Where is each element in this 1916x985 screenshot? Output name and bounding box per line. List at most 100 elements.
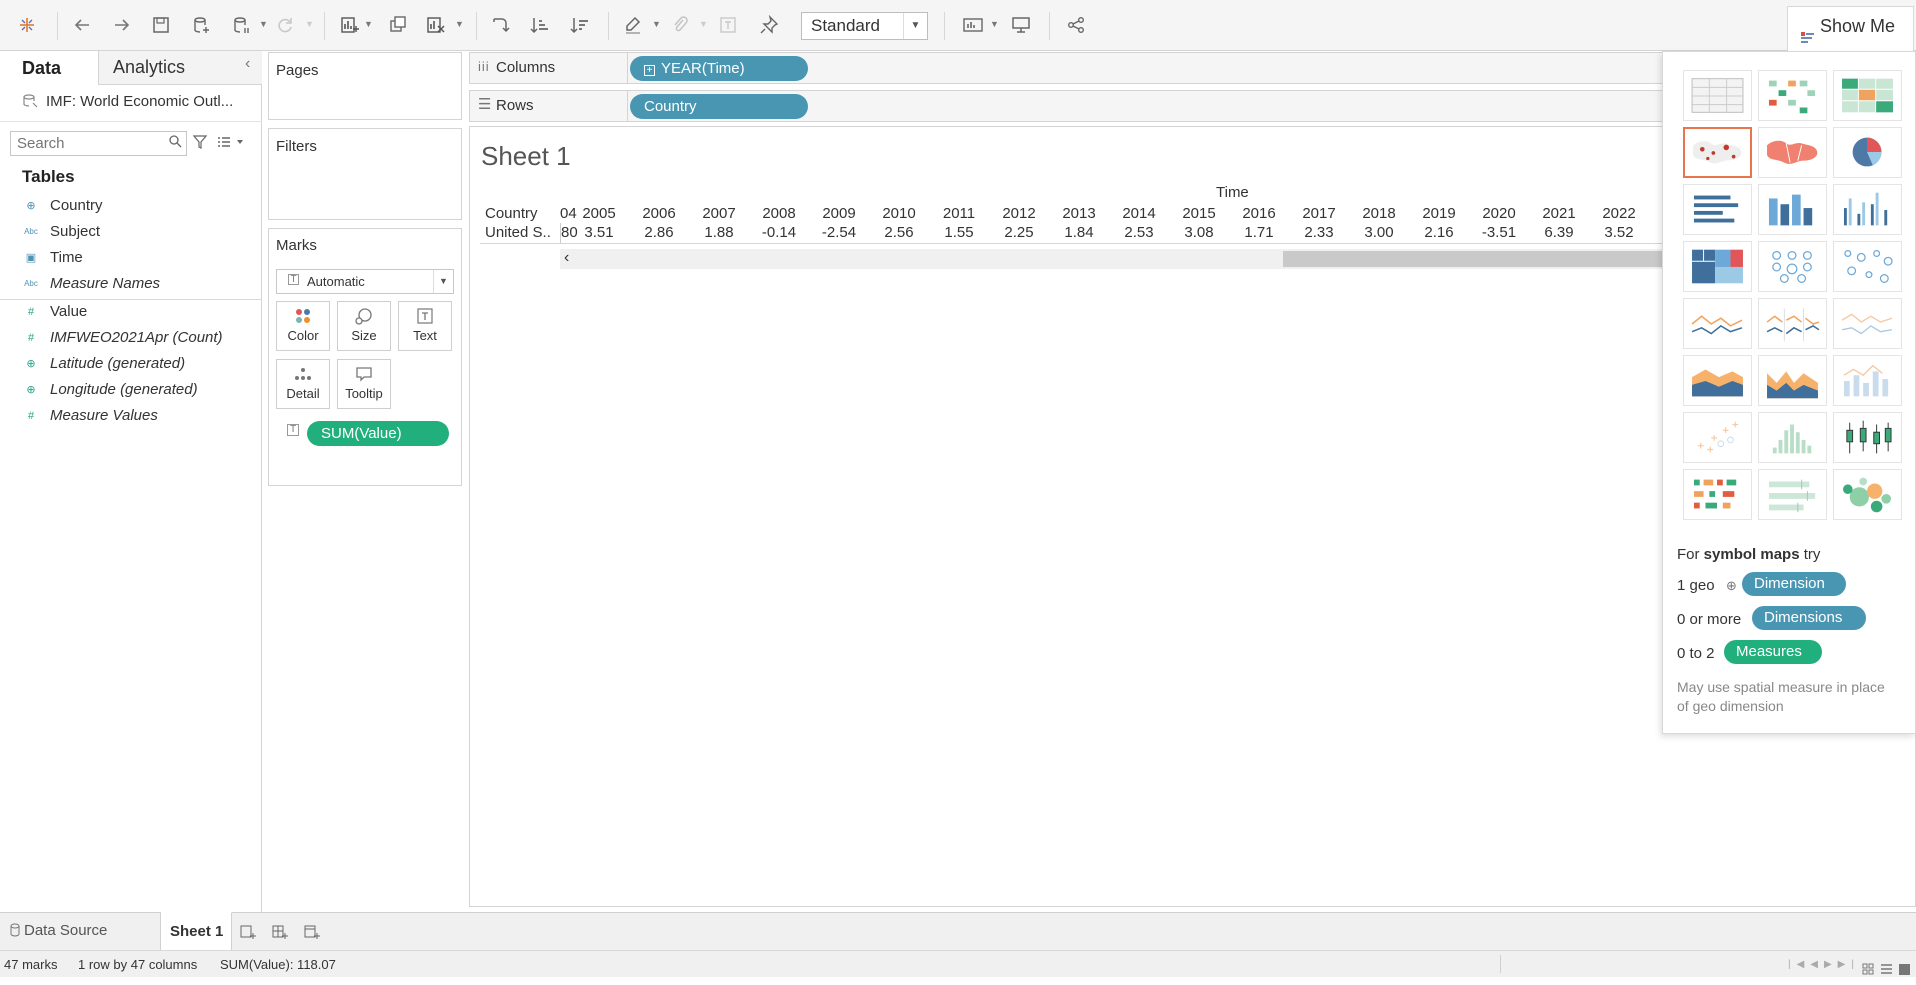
clear-sheet-icon[interactable] — [423, 12, 449, 38]
value-cell[interactable]: 3.51 — [572, 224, 626, 241]
sheet-navigation-icons[interactable]: |◀◀▶▶| — [1788, 951, 1860, 978]
tableau-logo-icon[interactable] — [14, 12, 40, 38]
chart-thumb-side-by-side-circles[interactable] — [1833, 241, 1902, 292]
field-country[interactable]: ⊕ Country — [0, 194, 258, 218]
chart-thumb-pie[interactable] — [1833, 127, 1902, 178]
value-cell[interactable]: 1.84 — [1052, 224, 1106, 241]
year-header[interactable]: 2008 — [752, 205, 806, 222]
detail-button[interactable]: Detail — [276, 359, 330, 409]
tab-analytics[interactable]: Analytics ‹ — [98, 51, 262, 85]
tab-data[interactable]: Data — [22, 51, 61, 85]
labels-icon[interactable] — [715, 12, 741, 38]
year-header[interactable]: 2018 — [1352, 205, 1406, 222]
field-subject[interactable]: Abc Subject — [0, 220, 258, 244]
tab-data-source[interactable]: Data Source — [0, 913, 161, 950]
undo-icon[interactable] — [70, 12, 96, 38]
year-header[interactable]: 2006 — [632, 205, 686, 222]
value-cell[interactable]: 3.08 — [1172, 224, 1226, 241]
sort-ascending-icon[interactable] — [527, 12, 553, 38]
view-options-icon[interactable] — [217, 135, 245, 154]
chart-thumb-text-table[interactable] — [1683, 70, 1752, 121]
field-count[interactable]: # IMFWEO2021Apr (Count) — [0, 326, 258, 350]
group-icon[interactable] — [667, 12, 693, 38]
chart-thumb-symbol-map[interactable] — [1683, 127, 1752, 178]
chart-thumb-dual-lines[interactable] — [1833, 298, 1902, 349]
chart-thumb-filled-map[interactable] — [1758, 127, 1827, 178]
chart-thumb-bullet-graph[interactable] — [1758, 469, 1827, 520]
value-cell[interactable]: 2.33 — [1292, 224, 1346, 241]
new-worksheet-icon[interactable] — [337, 12, 363, 38]
year-header[interactable]: 2016 — [1232, 205, 1286, 222]
value-cell[interactable]: -2.54 — [812, 224, 866, 241]
chart-thumb-histogram[interactable] — [1758, 412, 1827, 463]
text-button[interactable]: Text — [398, 301, 452, 351]
chart-thumb-treemap[interactable] — [1683, 241, 1752, 292]
year-header[interactable]: 2021 — [1532, 205, 1586, 222]
value-cell[interactable]: -0.14 — [752, 224, 806, 241]
redo-icon[interactable] — [108, 12, 134, 38]
chart-thumb-continuous-lines[interactable] — [1683, 298, 1752, 349]
marks-pill-sum-value[interactable]: SUM(Value) — [307, 421, 449, 446]
field-value[interactable]: # Value — [0, 300, 258, 324]
tooltip-button[interactable]: Tooltip — [337, 359, 391, 409]
chart-thumb-dual-combination[interactable] — [1833, 355, 1902, 406]
value-cell[interactable]: 2.86 — [632, 224, 686, 241]
value-cell[interactable]: 1.71 — [1232, 224, 1286, 241]
chart-thumb-highlight-table[interactable] — [1833, 70, 1902, 121]
chart-thumb-horizontal-bars[interactable] — [1683, 184, 1752, 235]
datasource-name[interactable]: IMF: World Economic Outl... — [46, 93, 233, 110]
field-longitude[interactable]: ⊕ Longitude (generated) — [0, 378, 258, 402]
chart-thumb-gantt[interactable] — [1683, 469, 1752, 520]
field-time[interactable]: ▣ Time — [0, 246, 258, 270]
save-icon[interactable] — [148, 12, 174, 38]
value-cell[interactable]: 3.00 — [1352, 224, 1406, 241]
mark-type-select[interactable]: T Automatic ▼ — [276, 269, 454, 294]
year-header[interactable]: 2013 — [1052, 205, 1106, 222]
chart-thumb-side-by-side-bars[interactable] — [1833, 184, 1902, 235]
columns-pill-year-time[interactable]: + YEAR(Time) — [630, 56, 808, 81]
color-button[interactable]: Color — [276, 301, 330, 351]
new-story-tab-icon[interactable] — [304, 924, 320, 945]
value-cell[interactable]: 6.39 — [1532, 224, 1586, 241]
value-cell[interactable]: 1.88 — [692, 224, 746, 241]
year-header[interactable]: 2015 — [1172, 205, 1226, 222]
chart-thumb-area-discrete[interactable] — [1758, 355, 1827, 406]
new-worksheet-tab-icon[interactable] — [240, 924, 256, 945]
year-header[interactable]: 2020 — [1472, 205, 1526, 222]
chart-thumb-stacked-bars[interactable] — [1758, 184, 1827, 235]
year-header[interactable]: 2014 — [1112, 205, 1166, 222]
fit-select[interactable]: Standard ▼ — [801, 12, 928, 40]
size-button[interactable]: Size — [337, 301, 391, 351]
chart-thumb-scatter[interactable] — [1683, 412, 1752, 463]
field-measure-values[interactable]: # Measure Values — [0, 404, 258, 428]
scroll-left-icon[interactable]: ‹ — [564, 249, 569, 267]
value-cell[interactable]: -3.51 — [1472, 224, 1526, 241]
year-header[interactable]: 2019 — [1412, 205, 1466, 222]
pages-shelf[interactable]: Pages — [268, 52, 462, 120]
chart-thumb-area-continuous[interactable] — [1683, 355, 1752, 406]
row-label-country[interactable]: United S.. — [485, 224, 551, 241]
search-input[interactable] — [10, 131, 187, 156]
value-cell[interactable]: 1.55 — [932, 224, 986, 241]
year-header[interactable]: 2017 — [1292, 205, 1346, 222]
show-me-button[interactable]: Show Me — [1787, 6, 1914, 52]
collapse-pane-icon[interactable]: ‹ — [245, 55, 250, 73]
refresh-icon[interactable] — [272, 12, 298, 38]
chart-thumb-heat-map[interactable] — [1758, 70, 1827, 121]
rows-pill-country[interactable]: Country — [630, 94, 808, 119]
year-header[interactable]: 2011 — [932, 205, 986, 222]
value-cell[interactable]: 2.16 — [1412, 224, 1466, 241]
field-measure-names[interactable]: Abc Measure Names — [0, 272, 258, 296]
value-cell[interactable]: 2.25 — [992, 224, 1046, 241]
chart-thumb-packed-bubbles[interactable] — [1833, 469, 1902, 520]
value-cell[interactable]: 3.52 — [1592, 224, 1646, 241]
presentation-icon[interactable] — [1008, 12, 1034, 38]
share-icon[interactable] — [1063, 12, 1089, 38]
show-cards-icon[interactable] — [960, 12, 986, 38]
highlight-icon[interactable] — [620, 12, 646, 38]
grid-view-icon[interactable] — [1862, 958, 1875, 985]
tab-sheet-1[interactable]: Sheet 1 — [161, 912, 232, 950]
filmstrip-view-icon[interactable] — [1898, 958, 1911, 985]
sort-descending-icon[interactable] — [567, 12, 593, 38]
duplicate-icon[interactable] — [385, 12, 411, 38]
